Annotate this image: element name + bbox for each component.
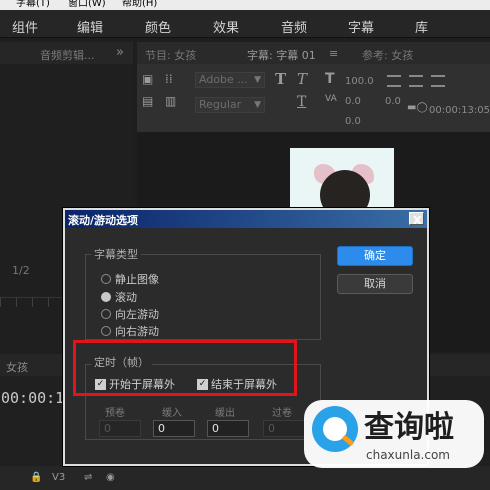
workspace-tab-audio[interactable]: 音频	[281, 17, 307, 36]
font-style-value: Regular	[199, 98, 242, 111]
radio-still[interactable]: 静止图像	[101, 271, 159, 287]
ease-in-label: 缓入	[162, 408, 182, 419]
radio-button[interactable]	[101, 292, 111, 302]
girl-photo	[290, 148, 394, 210]
preroll-field: 0	[99, 420, 141, 437]
menu-item-window[interactable]: 窗口(W)	[68, 0, 106, 9]
radio-button[interactable]	[101, 274, 111, 284]
font-style-select[interactable]: Regular ▼	[195, 97, 265, 113]
chevron-down-icon: ▼	[254, 75, 261, 85]
align-center-icon[interactable]	[409, 75, 423, 87]
panel-title[interactable]: 音频剪辑...	[40, 47, 95, 63]
end-offscreen-label: 结束于屏幕外	[211, 378, 277, 391]
workspace-tab-assembly[interactable]: 组件	[12, 17, 38, 36]
close-button[interactable]: X	[409, 212, 424, 227]
title-type-label: 字幕类型	[91, 246, 141, 262]
menu-item-help[interactable]: 帮助(H)	[122, 0, 157, 9]
preroll-label: 预卷	[105, 408, 125, 419]
radio-label: 向右游动	[115, 325, 159, 338]
radio-label: 滚动	[115, 291, 137, 304]
align-left-icon[interactable]	[387, 75, 401, 87]
radio-label: 向左游动	[115, 308, 159, 321]
menu-bar: 字幕(T) 窗口(W) 帮助(H)	[0, 0, 490, 10]
title-panel-header: 节目: 女孩 字幕: 字幕 01 ≡ 参考: 女孩	[137, 42, 490, 64]
workspace-tab-titles[interactable]: 字幕	[348, 17, 374, 36]
sync-icon[interactable]: ⇌	[84, 472, 92, 483]
radio-crawl-right[interactable]: 向右游动	[101, 323, 159, 339]
tab-reference[interactable]: 参考: 女孩	[362, 47, 413, 63]
underline-icon[interactable]: T	[297, 94, 306, 110]
double-chevron-right-icon[interactable]: »	[116, 45, 124, 60]
tab-program[interactable]: 节目: 女孩	[145, 47, 196, 63]
lock-icon[interactable]: 🔒	[30, 472, 42, 483]
font-size-icon: T	[325, 71, 335, 87]
templates-icon[interactable]: ▤	[142, 94, 153, 108]
start-offscreen-label: 开始于屏幕外	[109, 378, 175, 391]
roll-crawl-options-icon[interactable]: ▣	[142, 72, 153, 86]
checkmark-icon[interactable]: ✓	[197, 378, 208, 390]
radio-roll[interactable]: 滚动	[101, 289, 137, 305]
checkmark-icon[interactable]: ✓	[95, 378, 106, 390]
italic-icon[interactable]: T	[297, 70, 307, 88]
start-offscreen-checkbox[interactable]: ✓ 开始于屏幕外	[95, 376, 175, 392]
panel-header: 音频剪辑... »	[0, 42, 133, 64]
timing-label: 定时（帧）	[91, 354, 152, 370]
ease-out-field[interactable]: 0	[207, 420, 249, 437]
menu-item-title[interactable]: 字幕(T)	[16, 0, 50, 9]
postroll-field: 0	[263, 420, 305, 437]
hamburger-icon[interactable]: ≡	[329, 47, 338, 60]
align-right-icon[interactable]	[431, 75, 445, 87]
leading-value[interactable]: 0.0	[345, 116, 361, 127]
dialog-title-bar[interactable]: 滚动/游动选项 X	[65, 210, 427, 228]
background-video-icon[interactable]: ▥	[165, 94, 176, 108]
workspace-tab-libraries[interactable]: 库	[415, 17, 428, 36]
sequence-name[interactable]: 女孩	[6, 359, 28, 375]
ease-in-field[interactable]: 0	[153, 420, 195, 437]
font-family-value: Adobe ...	[199, 73, 248, 86]
dialog-title: 滚动/游动选项	[68, 214, 139, 227]
playhead-icon: ▬◯	[407, 102, 428, 113]
workspace-tab-effects[interactable]: 效果	[213, 17, 239, 36]
magnifier-logo-icon	[312, 406, 358, 452]
tab-stops-icon[interactable]: ⁞⁞	[165, 72, 173, 86]
watermark-logo: 查询啦 chaxunla.com	[304, 400, 484, 468]
close-icon: X	[413, 214, 422, 227]
ease-out-label: 缓出	[215, 408, 235, 419]
bold-icon[interactable]: T	[275, 70, 286, 88]
title-toolbar: ▣ ⁞⁞ ▤ ▥ Adobe ... ▼ Regular ▼ T T T T 1…	[137, 64, 490, 132]
track-header-bar: 🔒 V3 ⇌ ◉	[0, 466, 490, 490]
radio-label: 静止图像	[115, 273, 159, 286]
end-offscreen-checkbox[interactable]: ✓ 结束于屏幕外	[197, 376, 277, 392]
chevron-down-icon: ▼	[254, 100, 261, 110]
font-family-select[interactable]: Adobe ... ▼	[195, 72, 265, 88]
watermark-text-en: chaxunla.com	[366, 448, 450, 462]
eye-icon[interactable]: ◉	[106, 472, 115, 483]
workspace-bar: 组件 编辑 颜色 效果 音频 字幕 库	[0, 10, 490, 38]
watermark-text-cn: 查询啦	[364, 410, 454, 445]
postroll-label: 过卷	[272, 408, 292, 419]
kerning-value[interactable]: 0.0	[345, 96, 361, 107]
track-label[interactable]: V3	[52, 472, 65, 483]
tracking-value[interactable]: 0.0	[385, 96, 401, 107]
radio-button[interactable]	[101, 309, 111, 319]
tab-title[interactable]: 字幕: 字幕 01	[247, 47, 316, 63]
radio-button[interactable]	[101, 326, 111, 336]
zoom-fraction[interactable]: 1/2	[12, 264, 30, 277]
kerning-icon: VA	[325, 94, 337, 104]
workspace-tab-color[interactable]: 颜色	[145, 17, 171, 36]
cancel-button[interactable]: 取消	[337, 274, 413, 294]
toolbar-timecode[interactable]: 00:00:13:05	[429, 105, 490, 116]
font-size-value[interactable]: 100.0	[345, 76, 374, 87]
ok-button[interactable]: 确定	[337, 246, 413, 266]
workspace-tab-editing[interactable]: 编辑	[77, 17, 103, 36]
radio-crawl-left[interactable]: 向左游动	[101, 306, 159, 322]
